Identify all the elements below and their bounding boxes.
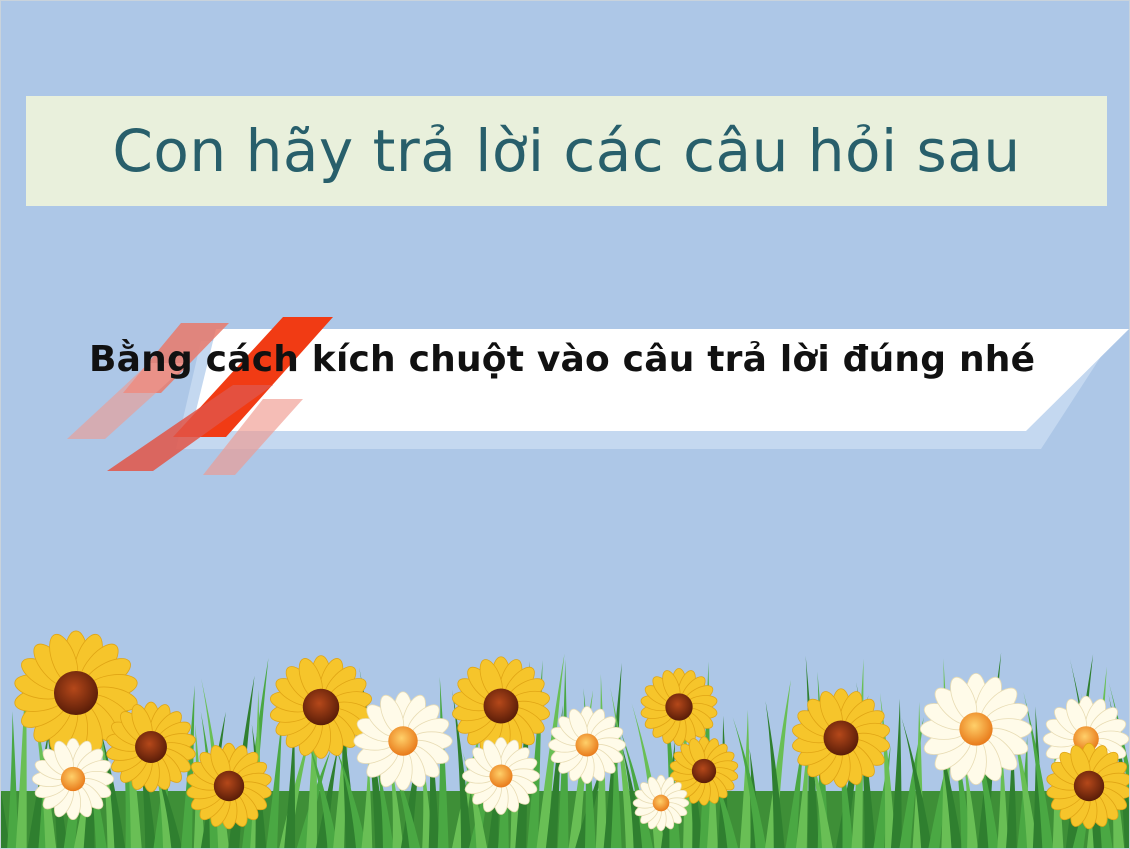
subtitle-banner [67,317,1129,475]
daisy [548,706,626,784]
slide-title: Con hãy trả lời các câu hỏi sau [112,117,1021,185]
daisy [31,737,115,821]
slide: Con hãy trả lời các câu hỏi sau Bằng các… [0,0,1130,849]
daisy [462,737,540,815]
grass-blade [7,711,19,848]
flower-field [1,630,1129,848]
title-box: Con hãy trả lời các câu hỏi sau [26,96,1107,206]
slide-subtitle: Bằng cách kích chuột vào câu trả lời đún… [89,339,1036,380]
daisy [919,672,1033,786]
daisy [632,774,690,832]
daisy [353,691,453,791]
